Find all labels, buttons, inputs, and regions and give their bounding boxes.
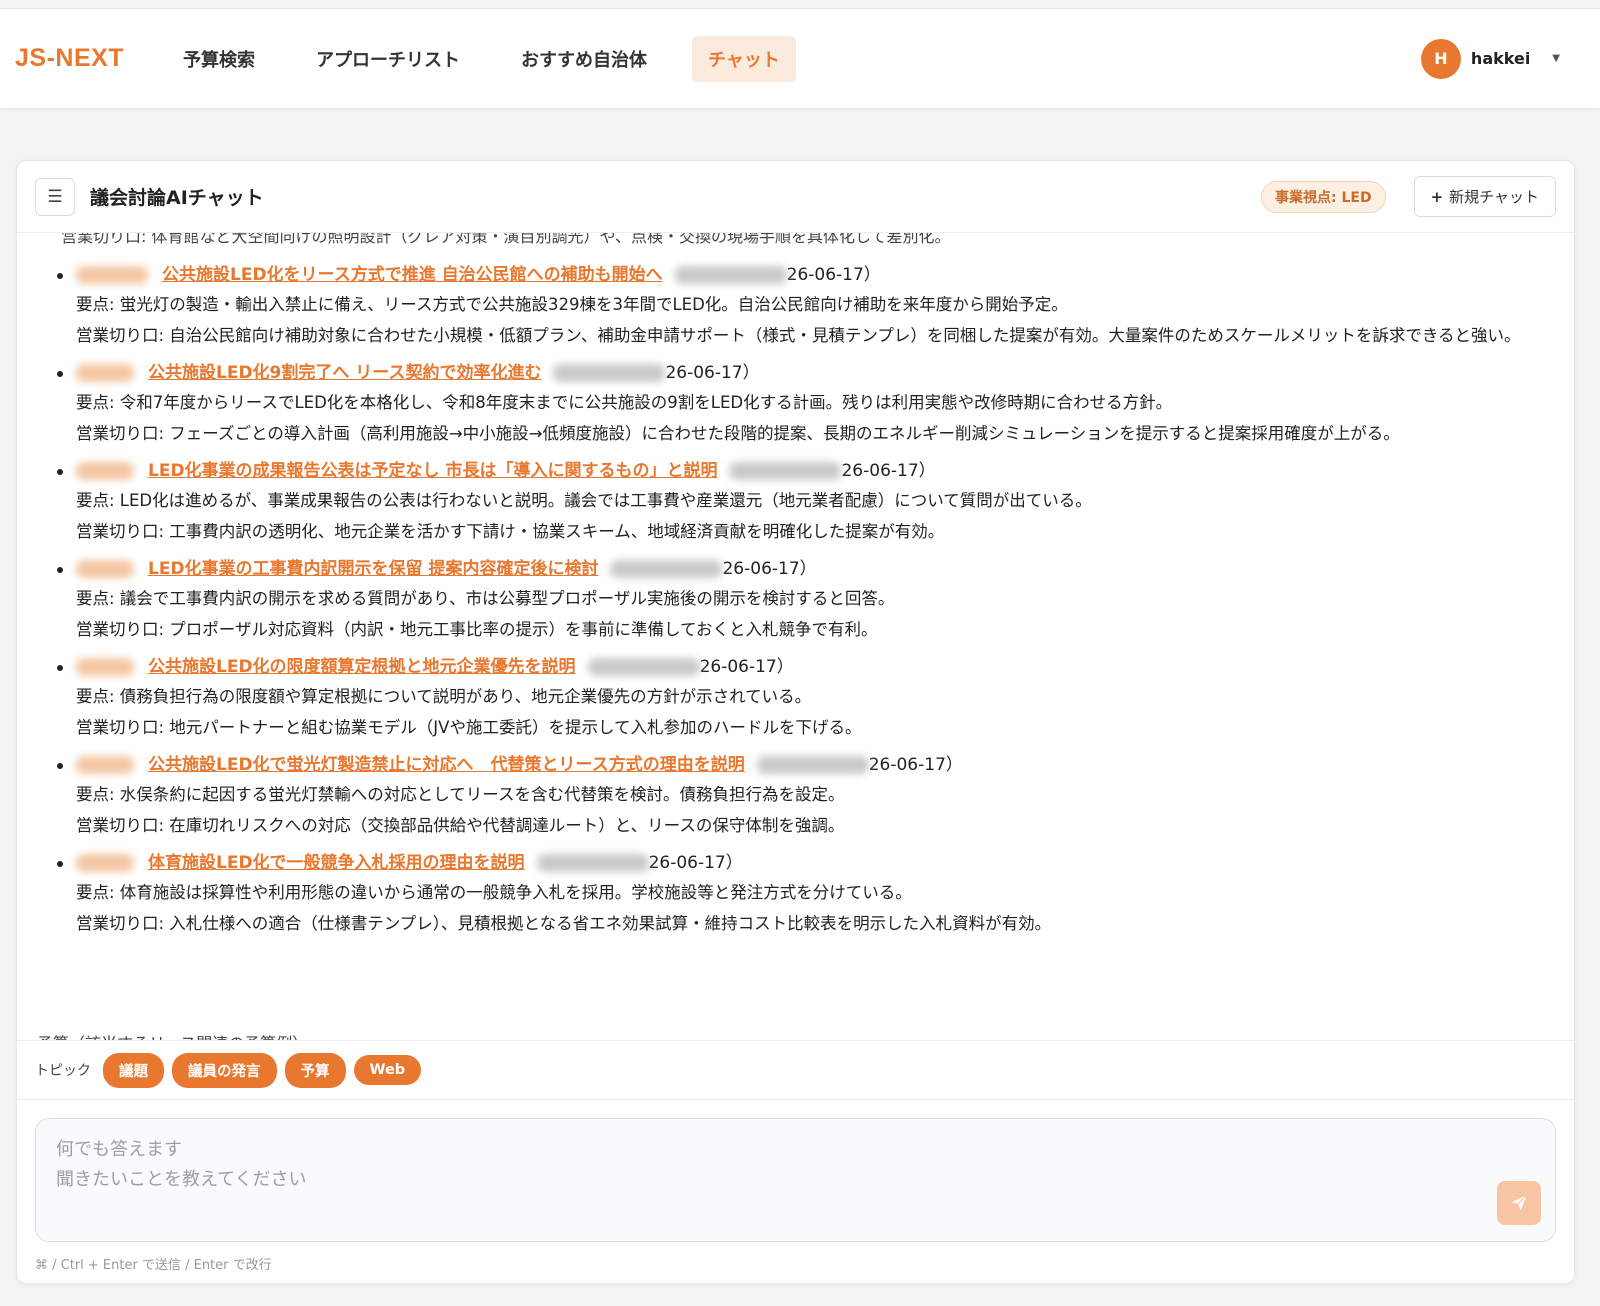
- redacted-meta: [756, 756, 869, 774]
- topic-chip-web[interactable]: Web: [353, 1055, 422, 1085]
- sales-angle: 営業切り口: 自治公民館向け補助対象に合わせた小規模・低額プラン、補助金申請サポ…: [76, 326, 1521, 345]
- topic-bar: トピック 議題 議員の発言 予算 Web: [17, 1040, 1574, 1100]
- list-item: 体育施設LED化で一般競争入札採用の理由を説明 26-06-17） 要点: 体育施…: [57, 849, 1534, 939]
- redacted-meta: [729, 462, 842, 480]
- list-item: 公共施設LED化で蛍光灯製造禁止に対応へ 代替策とリース方式の理由を説明 26-0…: [57, 751, 1534, 841]
- redacted-source: [76, 756, 134, 774]
- result-list: 公共施設LED化をリース方式で推進 自治公民館への補助も開始へ 26-06-17）…: [57, 233, 1534, 939]
- nav-item-recommended[interactable]: おすすめ自治体: [505, 36, 663, 82]
- sales-angle: 営業切り口: プロポーザル対応資料（内訳・地元工事比率の提示）を事前に準備してお…: [76, 620, 878, 639]
- article-link[interactable]: 体育施設LED化で一般競争入札採用の理由を説明: [148, 853, 525, 873]
- redacted-meta: [674, 266, 787, 284]
- list-item: 公共施設LED化9割完了へ リース契約で効率化進む 26-06-17） 要点: 令…: [57, 359, 1534, 449]
- summary-point: 要点: 債務負担行為の限度額や算定根拠について説明があり、地元企業優先の方針が示…: [76, 687, 812, 706]
- chat-title: 議会討論AIチャット: [90, 187, 264, 209]
- article-link[interactable]: LED化事業の工事費内訳開示を保留 提案内容確定後に検討: [148, 559, 598, 579]
- redacted-meta: [553, 364, 666, 382]
- input-placeholder-line2: 聞きたいことを教えてください: [56, 1169, 307, 1190]
- topic-chip-budget[interactable]: 予算: [284, 1052, 346, 1088]
- article-date: 26-06-17）: [722, 559, 817, 579]
- hamburger-menu-icon[interactable]: ☰: [35, 177, 75, 216]
- input-placeholder-line1: 何でも答えます: [56, 1139, 182, 1160]
- sales-angle: 営業切り口: フェーズごとの導入計画（高利用施設→中小施設→低頻度施設）に合わせ…: [76, 424, 1400, 443]
- keyboard-hint: ⌘ / Ctrl + Enter で送信 / Enter で改行: [35, 1258, 272, 1273]
- summary-point: 要点: 蛍光灯の製造・輸出入禁止に備え、リース方式で公共施設329棟を3年間でL…: [76, 295, 1068, 314]
- avatar[interactable]: H: [1420, 38, 1461, 79]
- article-link[interactable]: 公共施設LED化9割完了へ リース契約で効率化進む: [148, 363, 541, 383]
- new-chat-label: 新規チャット: [1449, 188, 1539, 206]
- sales-angle: 営業切り口: 入札仕様への適合（仕様書テンプレ）、見積根拠となる省エネ効果試算・…: [76, 914, 1052, 933]
- article-link[interactable]: 公共施設LED化で蛍光灯製造禁止に対応へ 代替策とリース方式の理由を説明: [148, 755, 745, 775]
- chat-header: ☰ 議会討論AIチャット 事業視点: LED + 新規チャット: [17, 161, 1574, 233]
- new-chat-button[interactable]: + 新規チャット: [1413, 176, 1556, 217]
- article-link[interactable]: LED化事業の成果報告公表は予定なし 市長は「導入に関するもの」と説明: [148, 461, 717, 481]
- summary-point: 要点: 体育施設は採算性や利用形態の違いから通常の一般競争入札を採用。学校施設等…: [76, 883, 912, 902]
- focus-badge: 事業視点: LED: [1260, 180, 1386, 213]
- summary-point: 要点: LED化は進めるが、事業成果報告の公表は行わないと説明。議会では工事費や…: [76, 491, 1092, 510]
- top-navbar: JS-NEXT 予算検索 アプローチリスト おすすめ自治体 チャット H hak…: [0, 9, 1600, 109]
- brand-logo[interactable]: JS-NEXT: [15, 44, 155, 73]
- nav-item-budget-search[interactable]: 予算検索: [167, 36, 271, 82]
- sales-angle: 営業切り口: 在庫切れリスクへの対応（交換部品供給や代替調達ルート）と、リースの…: [76, 816, 845, 835]
- clipped-text-top: 営業切り口: 体育館など大空間向けの照明設計（グレア対策・演目別調光）や、点検・…: [61, 233, 951, 246]
- send-icon: [1511, 1195, 1527, 1211]
- summary-point: 要点: 水俣条約に起因する蛍光灯禁輸への対応としてリースを含む代替策を検討。債務…: [76, 785, 845, 804]
- redacted-source: [76, 854, 134, 872]
- user-menu[interactable]: H hakkei ▼: [1420, 38, 1585, 79]
- redacted-source: [76, 560, 134, 578]
- list-item: LED化事業の工事費内訳開示を保留 提案内容確定後に検討 26-06-17） 要点…: [57, 555, 1534, 645]
- redacted-source: [76, 266, 148, 284]
- redacted-meta: [587, 658, 700, 676]
- summary-point: 要点: 令和7年度からリースでLED化を本格化し、令和8年度末までに公共施設の9…: [76, 393, 1173, 412]
- article-date: 26-06-17）: [699, 657, 794, 677]
- article-link[interactable]: 公共施設LED化の限度額算定根拠と地元企業優先を説明: [148, 657, 576, 677]
- nav-item-chat[interactable]: チャット: [692, 35, 796, 82]
- sales-angle: 営業切り口: 地元パートナーと組む協業モデル（JVや施工委託）を提示して入札参加…: [76, 718, 862, 737]
- article-date: 26-06-17）: [648, 853, 743, 873]
- chevron-down-icon[interactable]: ▼: [1552, 53, 1560, 64]
- article-date: 26-06-17）: [786, 265, 881, 285]
- topic-chip-member-remarks[interactable]: 議員の発言: [172, 1052, 277, 1088]
- chat-card: ☰ 議会討論AIチャット 事業視点: LED + 新規チャット 営業切り口: 体育…: [16, 160, 1575, 1284]
- redacted-meta: [610, 560, 723, 578]
- summary-point: 要点: 議会で工事費内訳の開示を求める質問があり、市は公募型プロポーザル実施後の…: [76, 589, 895, 608]
- top-edge: [0, 0, 1600, 9]
- message-input[interactable]: 何でも答えます 聞きたいことを教えてください: [35, 1118, 1556, 1242]
- list-item: 公共施設LED化をリース方式で推進 自治公民館への補助も開始へ 26-06-17）…: [57, 261, 1534, 351]
- nav-item-approach-list[interactable]: アプローチリスト: [300, 36, 476, 82]
- article-date: 26-06-17）: [665, 363, 760, 383]
- article-date: 26-06-17）: [868, 755, 963, 775]
- redacted-source: [76, 462, 134, 480]
- redacted-source: [76, 658, 134, 676]
- redacted-meta: [536, 854, 649, 872]
- topic-chip-agenda[interactable]: 議題: [103, 1052, 164, 1088]
- send-button[interactable]: [1497, 1181, 1541, 1225]
- plus-icon: +: [1430, 188, 1444, 206]
- sales-angle: 営業切り口: 工事費内訳の透明化、地元企業を活かす下請け・協業スキーム、地域経済…: [76, 522, 945, 541]
- clipped-text-bottom: 予算（該当するリース関連の予算例）: [37, 1030, 308, 1040]
- message-area[interactable]: 営業切り口: 体育館など大空間向けの照明設計（グレア対策・演目別調光）や、点検・…: [17, 233, 1574, 1040]
- main-nav: 予算検索 アプローチリスト おすすめ自治体 チャット: [167, 35, 825, 82]
- list-item: LED化事業の成果報告公表は予定なし 市長は「導入に関するもの」と説明 26-06…: [57, 457, 1534, 547]
- article-date: 26-06-17）: [841, 461, 936, 481]
- topic-label: トピック: [35, 1063, 91, 1079]
- username[interactable]: hakkei: [1471, 49, 1530, 68]
- redacted-source: [76, 364, 134, 382]
- list-item: 公共施設LED化の限度額算定根拠と地元企業優先を説明 26-06-17） 要点: …: [57, 653, 1534, 743]
- article-link[interactable]: 公共施設LED化をリース方式で推進 自治公民館への補助も開始へ: [162, 265, 663, 285]
